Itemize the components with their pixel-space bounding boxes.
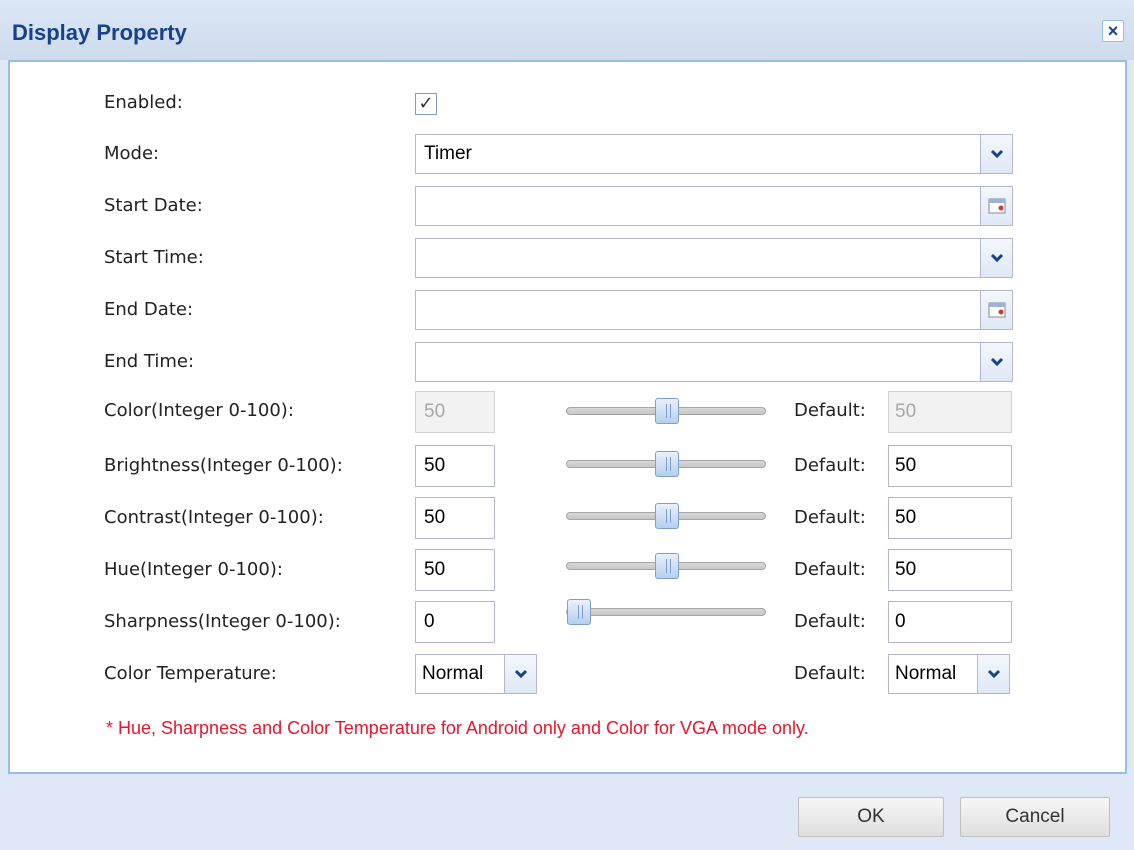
brightness-input[interactable]: 50: [415, 445, 495, 487]
mode-value: Timer: [424, 143, 472, 164]
chevron-down-icon: [990, 357, 1003, 367]
start-date-label: Start Date:: [104, 195, 203, 216]
sharpness-default-label: Default:: [794, 611, 866, 632]
mode-dropdown-trigger[interactable]: [980, 135, 1012, 173]
calendar-icon: [988, 198, 1005, 214]
color-temperature-value: Normal: [422, 663, 484, 684]
end-time-label: End Time:: [104, 351, 195, 372]
brightness-slider[interactable]: [566, 451, 766, 477]
check-icon: ✓: [418, 93, 434, 114]
calendar-icon: [988, 302, 1005, 318]
ok-button[interactable]: OK: [798, 797, 944, 837]
contrast-label: Contrast(Integer 0-100):: [104, 507, 324, 528]
sharpness-input[interactable]: 0: [415, 601, 495, 643]
color-label: Color(Integer 0-100):: [104, 400, 294, 421]
brightness-default-label: Default:: [794, 455, 866, 476]
end-date-label: End Date:: [104, 299, 194, 320]
color-default-label: Default:: [794, 400, 866, 421]
color-temperature-default-label: Default:: [794, 663, 866, 684]
color-slider-thumb[interactable]: [655, 398, 679, 424]
dialog-title: Display Property: [12, 20, 187, 45]
chevron-down-icon: [514, 669, 527, 679]
color-temperature-default-dropdown-trigger[interactable]: [977, 655, 1009, 693]
hue-default-input[interactable]: 50: [888, 549, 1012, 591]
color-temperature-default-select[interactable]: Normal: [888, 654, 1010, 694]
dialog-titlebar: Display Property ×: [0, 0, 1134, 60]
brightness-slider-thumb[interactable]: [655, 451, 679, 477]
chevron-down-icon: [990, 149, 1003, 159]
hue-slider[interactable]: [566, 553, 766, 579]
enabled-label: Enabled:: [104, 92, 183, 113]
brightness-default-input[interactable]: 50: [888, 445, 1012, 487]
start-time-select[interactable]: [415, 238, 1013, 278]
contrast-slider-thumb[interactable]: [655, 503, 679, 529]
sharpness-slider-thumb[interactable]: [567, 599, 591, 625]
platform-note: * Hue, Sharpness and Color Temperature f…: [106, 718, 809, 738]
hue-label: Hue(Integer 0-100):: [104, 559, 283, 580]
contrast-default-label: Default:: [794, 507, 866, 528]
color-temperature-dropdown-trigger[interactable]: [504, 655, 536, 693]
color-slider[interactable]: [566, 398, 766, 424]
chevron-down-icon: [990, 253, 1003, 263]
cancel-button[interactable]: Cancel: [960, 797, 1110, 837]
color-input[interactable]: 50: [415, 391, 495, 433]
contrast-slider[interactable]: [566, 503, 766, 529]
start-time-dropdown-trigger[interactable]: [980, 239, 1012, 277]
close-icon: ×: [1107, 21, 1119, 41]
color-temperature-select[interactable]: Normal: [415, 654, 537, 694]
start-date-field[interactable]: [415, 186, 1013, 226]
hue-default-label: Default:: [794, 559, 866, 580]
contrast-default-input[interactable]: 50: [888, 497, 1012, 539]
close-button[interactable]: ×: [1102, 20, 1124, 42]
end-date-picker-trigger[interactable]: [980, 291, 1012, 329]
color-default-input[interactable]: 50: [888, 391, 1012, 433]
mode-label: Mode:: [104, 143, 160, 164]
start-date-picker-trigger[interactable]: [980, 187, 1012, 225]
contrast-input[interactable]: 50: [415, 497, 495, 539]
brightness-label: Brightness(Integer 0-100):: [104, 455, 343, 476]
chevron-down-icon: [987, 669, 1000, 679]
enabled-checkbox[interactable]: ✓: [415, 93, 437, 115]
mode-select[interactable]: Timer: [415, 134, 1013, 174]
end-time-dropdown-trigger[interactable]: [980, 343, 1012, 381]
sharpness-label: Sharpness(Integer 0-100):: [104, 611, 341, 632]
start-time-label: Start Time:: [104, 247, 204, 268]
end-date-field[interactable]: [415, 290, 1013, 330]
hue-input[interactable]: 50: [415, 549, 495, 591]
hue-slider-thumb[interactable]: [655, 553, 679, 579]
end-time-select[interactable]: [415, 342, 1013, 382]
color-temperature-default-value: Normal: [895, 663, 957, 684]
sharpness-default-input[interactable]: 0: [888, 601, 1012, 643]
color-temperature-label: Color Temperature:: [104, 663, 277, 684]
sharpness-slider[interactable]: [566, 599, 766, 625]
